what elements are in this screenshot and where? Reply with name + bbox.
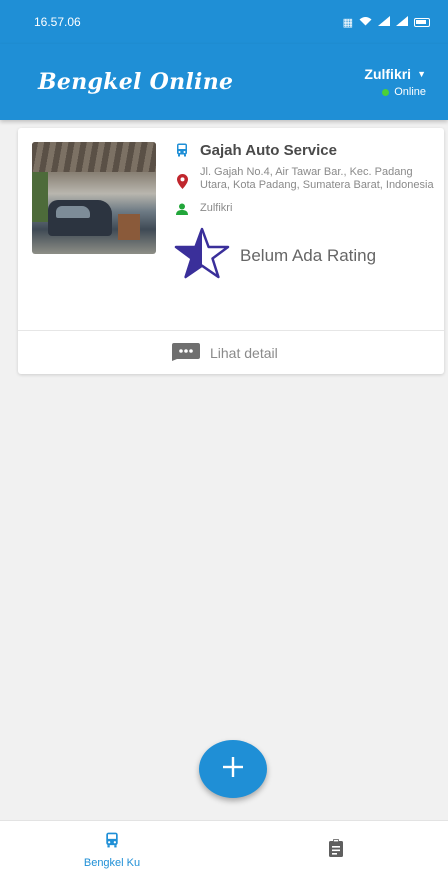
shop-name: Gajah Auto Service bbox=[200, 142, 337, 159]
address-row: Jl. Gajah No.4, Air Tawar Bar., Kec. Pad… bbox=[174, 166, 436, 192]
star-icon bbox=[174, 227, 230, 284]
bottom-nav: Bengkel Ku bbox=[0, 820, 448, 880]
person-icon bbox=[174, 202, 190, 215]
sim-icon: ▦ bbox=[342, 16, 353, 29]
caret-down-icon: ▼ bbox=[417, 69, 426, 79]
app-bar: Bengkel Online Zulfikri ▼ Online bbox=[0, 44, 448, 120]
nav-item-bengkel-ku[interactable]: Bengkel Ku bbox=[0, 821, 224, 880]
owner-row: Zulfikri bbox=[174, 202, 436, 215]
nav-item-orders[interactable] bbox=[224, 821, 448, 880]
status-icons: ▦ bbox=[342, 15, 430, 29]
add-workshop-button[interactable] bbox=[199, 740, 267, 798]
shop-owner: Zulfikri bbox=[200, 202, 233, 214]
location-pin-icon bbox=[174, 166, 190, 189]
app-title: Bengkel Online bbox=[38, 69, 234, 95]
online-dot-icon bbox=[382, 88, 390, 96]
user-name: Zulfikri bbox=[364, 66, 412, 82]
wifi-icon bbox=[359, 16, 372, 29]
workshop-photo bbox=[32, 142, 156, 254]
shop-name-row: Gajah Auto Service bbox=[174, 142, 436, 160]
nav-label-bengkel-ku: Bengkel Ku bbox=[83, 857, 141, 869]
user-status: Online bbox=[382, 86, 426, 98]
clipboard-icon bbox=[329, 839, 343, 862]
bus-icon bbox=[174, 142, 190, 157]
status-bar: 16.57.06 ▦ bbox=[0, 0, 448, 44]
workshop-card[interactable]: Gajah Auto Service Jl. Gajah No.4, Air T… bbox=[18, 128, 444, 374]
bus-icon bbox=[105, 832, 119, 853]
user-name-row[interactable]: Zulfikri ▼ bbox=[364, 66, 426, 82]
signal-icon bbox=[396, 15, 408, 29]
user-menu[interactable]: Zulfikri ▼ Online bbox=[364, 66, 426, 98]
battery-icon bbox=[414, 17, 430, 27]
rating-row: Belum Ada Rating bbox=[174, 227, 436, 284]
user-status-label: Online bbox=[394, 86, 426, 98]
shop-address: Jl. Gajah No.4, Air Tawar Bar., Kec. Pad… bbox=[200, 166, 434, 191]
comment-more-icon bbox=[172, 342, 200, 364]
view-detail-label: Lihat detail bbox=[210, 345, 278, 361]
view-detail-link[interactable]: Lihat detail bbox=[172, 340, 278, 366]
workshop-info: Gajah Auto Service Jl. Gajah No.4, Air T… bbox=[174, 142, 436, 284]
signal-icon bbox=[378, 15, 390, 29]
rating-text: Belum Ada Rating bbox=[240, 245, 377, 265]
status-time: 16.57.06 bbox=[34, 15, 81, 29]
plus-icon bbox=[223, 756, 243, 782]
card-divider bbox=[18, 330, 444, 331]
